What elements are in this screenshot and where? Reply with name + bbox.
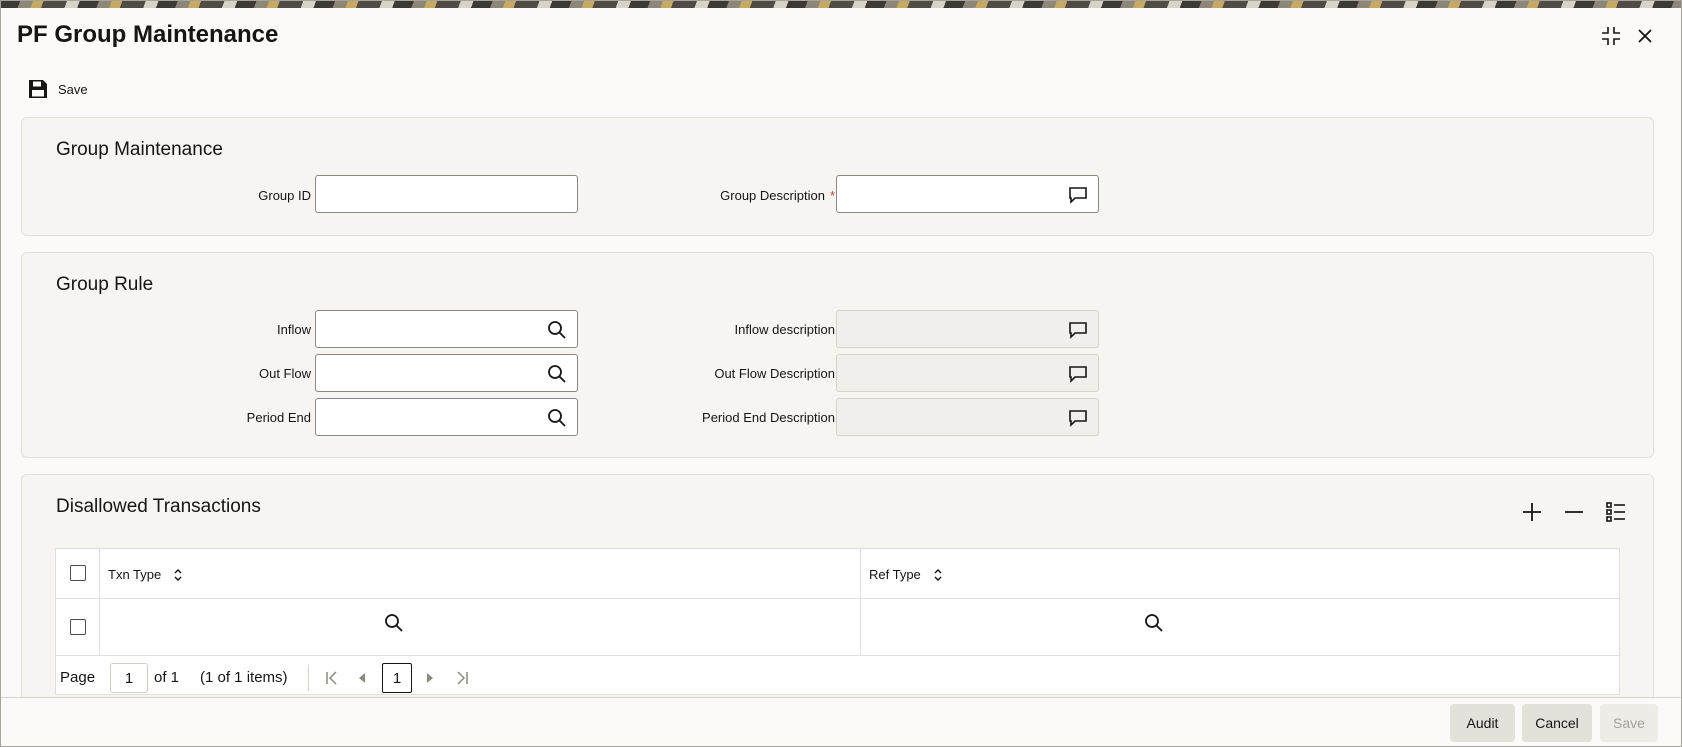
- grid-header-row: Txn Type Ref Type: [56, 549, 1619, 599]
- group-description-input[interactable]: [837, 176, 1098, 212]
- group-description-edit-button[interactable]: [1068, 185, 1088, 205]
- restore-icon: [1602, 27, 1620, 45]
- txn-type-header-label: Txn Type: [108, 567, 162, 582]
- single-record-view-button[interactable]: [1603, 499, 1629, 525]
- inflow-input[interactable]: [316, 311, 577, 347]
- next-page-button[interactable]: [420, 668, 440, 688]
- group-id-label: Group ID: [258, 188, 311, 203]
- period-end-description-field[interactable]: [836, 398, 1099, 436]
- out-flow-description-field[interactable]: [836, 354, 1099, 392]
- group-description-label-wrap: Group Description *: [642, 188, 835, 203]
- search-icon: [548, 409, 566, 427]
- out-flow-description-edit-button[interactable]: [1068, 364, 1088, 384]
- sort-icon: [934, 568, 942, 581]
- first-page-button[interactable]: [322, 668, 342, 688]
- single-record-view-icon: [1606, 502, 1625, 522]
- first-page-icon: [326, 671, 337, 685]
- out-flow-input[interactable]: [316, 355, 577, 391]
- add-row-button[interactable]: [1519, 499, 1545, 525]
- out-flow-description-input[interactable]: [837, 355, 1098, 391]
- previous-page-button[interactable]: [352, 668, 372, 688]
- page-number-input[interactable]: 1: [110, 663, 148, 693]
- search-icon: [548, 365, 566, 383]
- page-count-label: of 1: [154, 669, 180, 686]
- disallowed-transactions-grid: Txn Type Ref Type Page 1 of 1 (1 of 1 it…: [55, 548, 1620, 695]
- close-button[interactable]: [1632, 23, 1658, 49]
- group-rule-panel: Group Rule Inflow Inflow description Out…: [21, 252, 1654, 458]
- inflow-description-input[interactable]: [837, 311, 1098, 347]
- required-indicator: *: [829, 188, 835, 203]
- group-id-input[interactable]: [316, 176, 577, 212]
- next-page-icon: [427, 673, 433, 683]
- group-id-field[interactable]: [315, 175, 578, 213]
- page-label: Page: [60, 669, 96, 686]
- audit-button[interactable]: Audit: [1450, 704, 1515, 742]
- select-all-checkbox[interactable]: [70, 565, 86, 581]
- last-page-button[interactable]: [452, 668, 472, 688]
- current-page-button[interactable]: 1: [382, 663, 412, 693]
- group-maintenance-title: Group Maintenance: [56, 139, 223, 160]
- out-flow-description-label: Out Flow Description: [714, 366, 835, 381]
- speech-bubble-icon: [1069, 410, 1087, 427]
- out-flow-label: Out Flow: [258, 366, 311, 381]
- inflow-label: Inflow: [277, 322, 311, 337]
- group-description-field[interactable]: [836, 175, 1099, 213]
- pf-group-maintenance-window: PF Group Maintenance Save Group Maintena…: [0, 0, 1682, 747]
- toolbar-save-button[interactable]: Save: [28, 79, 88, 99]
- group-rule-title: Group Rule: [56, 274, 154, 295]
- table-row: [56, 599, 1619, 656]
- floppy-disk-icon: [29, 80, 47, 98]
- remove-row-button[interactable]: [1561, 499, 1587, 525]
- search-icon: [548, 321, 566, 339]
- grid-actions: [1519, 499, 1629, 525]
- last-page-icon: [457, 671, 468, 685]
- footer-save-button[interactable]: Save: [1600, 704, 1658, 742]
- period-end-field[interactable]: [315, 398, 578, 436]
- remove-row-icon: [1565, 511, 1583, 513]
- out-flow-search-button[interactable]: [547, 364, 567, 384]
- speech-bubble-icon: [1069, 322, 1087, 339]
- pagination-bar: Page 1 of 1 (1 of 1 items) 1: [56, 661, 1619, 695]
- inflow-description-edit-button[interactable]: [1068, 320, 1088, 340]
- row-checkbox[interactable]: [70, 619, 86, 635]
- inflow-field[interactable]: [315, 310, 578, 348]
- restore-button[interactable]: [1598, 23, 1624, 49]
- add-row-icon: [1523, 503, 1541, 521]
- inflow-description-field[interactable]: [836, 310, 1099, 348]
- period-end-label: Period End: [246, 410, 311, 425]
- disallowed-transactions-title: Disallowed Transactions: [56, 496, 261, 517]
- cancel-button[interactable]: Cancel: [1522, 704, 1592, 742]
- toolbar-save-label: Save: [58, 81, 88, 97]
- sort-icon: [174, 568, 182, 581]
- close-icon: [1638, 29, 1652, 43]
- items-count-label: (1 of 1 items): [200, 669, 288, 686]
- column-header-txn-type[interactable]: Txn Type: [108, 567, 183, 582]
- column-header-ref-type[interactable]: Ref Type: [869, 567, 943, 582]
- speech-bubble-icon: [1069, 187, 1087, 204]
- inflow-search-button[interactable]: [547, 320, 567, 340]
- period-end-description-label: Period End Description: [702, 410, 835, 425]
- ref-type-search-button[interactable]: [1144, 613, 1168, 637]
- footer-bar: Audit Cancel Save: [1, 697, 1681, 746]
- window-title: PF Group Maintenance: [17, 21, 279, 48]
- group-description-label: Group Description: [720, 188, 825, 203]
- pager-divider: [308, 665, 309, 691]
- inflow-description-label: Inflow description: [734, 322, 835, 337]
- period-end-description-edit-button[interactable]: [1068, 408, 1088, 428]
- ref-type-header-label: Ref Type: [869, 567, 921, 582]
- header-decor-strip: [1, 1, 1681, 8]
- period-end-description-input[interactable]: [837, 399, 1098, 435]
- txn-type-search-button[interactable]: [384, 613, 408, 637]
- search-icon: [1145, 614, 1163, 632]
- period-end-input[interactable]: [316, 399, 577, 435]
- previous-page-icon: [359, 673, 365, 683]
- speech-bubble-icon: [1069, 366, 1087, 383]
- out-flow-field[interactable]: [315, 354, 578, 392]
- period-end-search-button[interactable]: [547, 408, 567, 428]
- group-maintenance-panel: Group Maintenance Group ID Group Descrip…: [21, 117, 1654, 236]
- search-icon: [385, 614, 403, 632]
